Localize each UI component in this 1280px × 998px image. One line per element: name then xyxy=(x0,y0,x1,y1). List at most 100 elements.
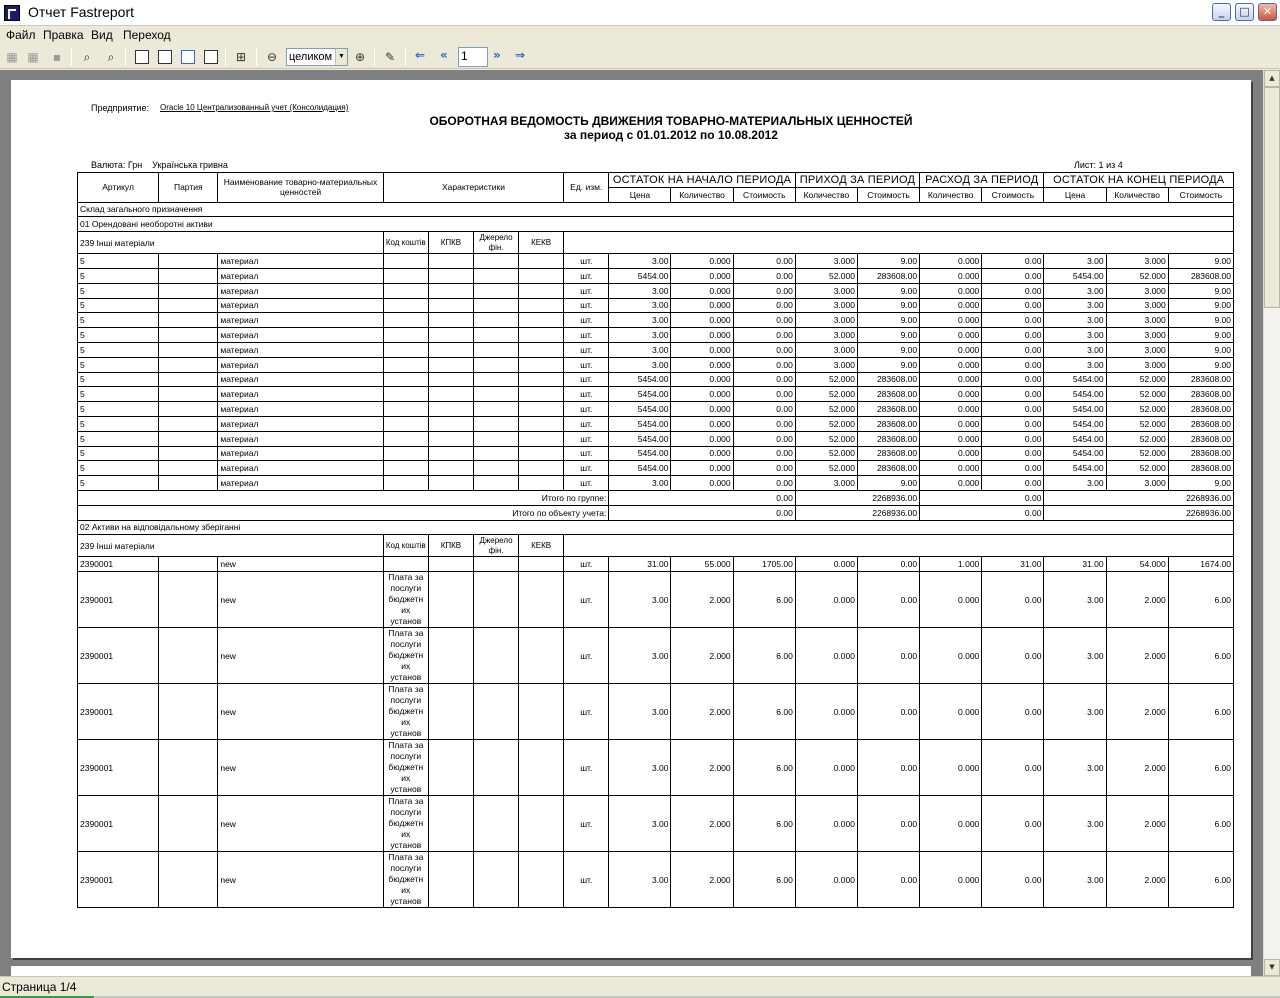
cell-value: 0.000 xyxy=(919,445,983,462)
menu-navigate[interactable]: Переход xyxy=(123,28,171,42)
menu-view[interactable]: Вид xyxy=(91,28,113,42)
total-income: 2268936.00 xyxy=(794,489,921,506)
cell-kod: Плата за послуги бюджетн их установ xyxy=(382,795,429,853)
cell-unit: шт. xyxy=(563,683,610,741)
enterprise-label: Предприятие: xyxy=(91,103,149,113)
zoom-out-icon[interactable]: ⊖ xyxy=(263,48,281,66)
zoom-select[interactable]: целиком ▼ xyxy=(286,48,348,66)
prev-page-icon[interactable]: « xyxy=(440,48,448,62)
cell-value: 0.00 xyxy=(981,327,1045,343)
find-icon[interactable]: ⌕ xyxy=(78,48,96,66)
cell-kod xyxy=(382,297,429,314)
cell-kod xyxy=(382,475,429,491)
cell-kekv xyxy=(518,739,565,797)
last-page-icon[interactable]: ⇒ xyxy=(515,48,525,62)
cell-value: 0.00 xyxy=(732,282,796,299)
cell-value: 31.00 xyxy=(608,556,672,573)
minimize-button[interactable]: _ xyxy=(1212,3,1231,21)
cell-value: 3.00 xyxy=(1043,341,1107,358)
chevron-down-icon[interactable]: ▼ xyxy=(335,49,347,65)
cell-batch xyxy=(158,739,219,797)
edit-page-icon[interactable]: ✎ xyxy=(381,48,399,66)
cell-value: 3.000 xyxy=(794,341,858,358)
whole-page-icon[interactable] xyxy=(181,50,195,64)
report-window: Отчет Fastreport _ □ ✕ Файл Правка Вид П… xyxy=(0,0,1280,998)
cell-batch xyxy=(158,282,219,299)
cell-value: 2.000 xyxy=(1105,627,1169,685)
cell-value: 3.00 xyxy=(608,851,672,909)
cell-value: 9.00 xyxy=(856,297,921,314)
page-width-icon[interactable] xyxy=(158,50,172,64)
next-page-icon[interactable]: » xyxy=(493,48,501,62)
cell-value: 52.000 xyxy=(1105,430,1169,447)
cell-value: 0.000 xyxy=(919,297,983,314)
cell-value: 3.000 xyxy=(1105,253,1169,269)
cell-value: 9.00 xyxy=(856,341,921,358)
cell-article: 5 xyxy=(76,415,160,432)
cell-value: 3.000 xyxy=(794,282,858,299)
cell-value: 6.00 xyxy=(732,739,796,797)
table-cell xyxy=(563,534,1234,558)
find-next-icon[interactable]: ⌕ xyxy=(102,48,120,66)
cell-value: 3.00 xyxy=(1043,475,1107,491)
scroll-thumb[interactable] xyxy=(1264,87,1280,308)
cell-name: материал xyxy=(217,460,384,477)
cell-value: 9.00 xyxy=(856,312,921,329)
outline-icon[interactable]: ⊞ xyxy=(232,48,250,66)
vertical-scrollbar[interactable]: ▲ ▼ xyxy=(1263,70,1280,976)
close-button[interactable]: ✕ xyxy=(1258,3,1277,21)
cell-value: 283608.00 xyxy=(856,371,921,388)
cell-dzherelo xyxy=(472,297,520,314)
cell-kod xyxy=(382,401,429,417)
warehouse-row: Склад загального призначення xyxy=(77,201,1234,218)
cell-kpkv xyxy=(427,415,474,432)
preview-area[interactable]: Предприятие: Oracle 10 Централизованный … xyxy=(0,70,1263,976)
cell-value: 5454.00 xyxy=(608,267,672,284)
cell-value: 3.000 xyxy=(794,253,858,269)
cell-kpkv xyxy=(427,739,474,797)
cell-article: 5 xyxy=(76,386,160,403)
first-page-icon[interactable]: ⇐ xyxy=(415,48,425,62)
menu-edit[interactable]: Правка xyxy=(43,28,84,42)
cell-name: new xyxy=(217,795,384,853)
cell-name: new xyxy=(217,851,384,909)
cell-value: 9.00 xyxy=(1167,327,1235,343)
save-icon[interactable]: ▪ xyxy=(48,48,66,66)
cell-value: 0.00 xyxy=(981,851,1045,909)
cell-value: 0.00 xyxy=(732,356,796,373)
cell-value: 3.000 xyxy=(794,297,858,314)
print-setup-icon[interactable]: ▦ xyxy=(24,48,42,66)
cell-value: 0.000 xyxy=(919,401,983,417)
cell-kod xyxy=(382,327,429,343)
cell-value: 52.000 xyxy=(794,460,858,477)
cell-value: 0.000 xyxy=(670,430,734,447)
cell-article: 5 xyxy=(76,327,160,343)
header-characteristics: Характеристики xyxy=(382,172,565,203)
cell-dzherelo xyxy=(472,851,520,909)
cell-value: 3.000 xyxy=(794,475,858,491)
cell-value: 0.000 xyxy=(670,475,734,491)
one-page-icon[interactable] xyxy=(135,50,149,64)
cell-value: 3.00 xyxy=(608,253,672,269)
scroll-down-icon[interactable]: ▼ xyxy=(1264,959,1280,976)
enterprise-value: Oracle 10 Централизованный учет (Консоли… xyxy=(160,103,349,112)
account-header-row: 239 Інші матеріали Код коштів КПКВ Джерело … xyxy=(77,231,1234,255)
maximize-button[interactable]: □ xyxy=(1235,3,1254,21)
cell-value: 0.00 xyxy=(732,253,796,269)
cell-value: 0.00 xyxy=(732,460,796,477)
toolbar-separator xyxy=(374,48,375,66)
cell-value: 283608.00 xyxy=(1167,386,1235,403)
scroll-up-icon[interactable]: ▲ xyxy=(1264,70,1280,87)
page-number-input[interactable]: 1 xyxy=(458,47,488,67)
cell-article: 5 xyxy=(76,356,160,373)
cell-kpkv xyxy=(427,851,474,909)
menu-file[interactable]: Файл xyxy=(6,28,36,42)
cell-unit: шт. xyxy=(563,571,610,629)
multi-page-icon[interactable] xyxy=(204,50,218,64)
zoom-in-icon[interactable]: ⊕ xyxy=(351,48,369,66)
cell-value: 5454.00 xyxy=(1043,401,1107,417)
cell-name: new xyxy=(217,627,384,685)
cell-unit: шт. xyxy=(563,627,610,685)
print-icon[interactable]: ▦ xyxy=(3,48,21,66)
cell-value: 0.00 xyxy=(732,430,796,447)
